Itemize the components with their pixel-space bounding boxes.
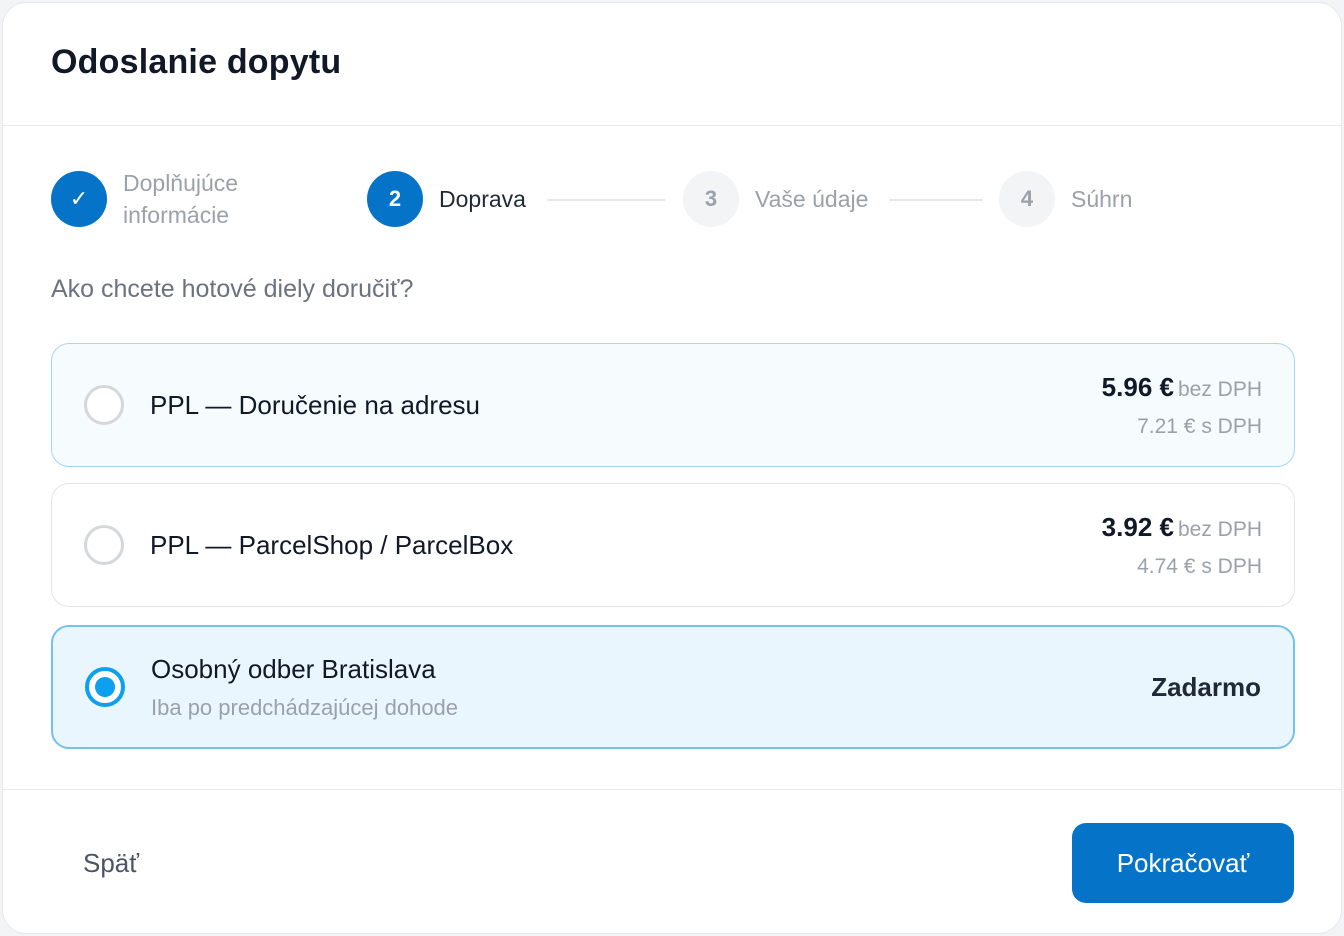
dialog-header: Odoslanie dopytu (3, 3, 1341, 126)
option-name: PPL — ParcelShop / ParcelBox (150, 529, 514, 560)
dialog-footer: Späť Pokračovať (3, 789, 1341, 933)
price-unit: bez DPH (1177, 517, 1262, 541)
step-your-details[interactable]: 3 Vaše údaje (683, 168, 868, 230)
option-price: 5.96 € bez DPH 7.21 € s DPH (1102, 372, 1262, 439)
step-number: 4 (999, 171, 1055, 227)
step-number: 3 (683, 171, 739, 227)
option-subtitle: Iba po predchádzajúcej dohode (151, 694, 459, 720)
step-label: Súhrn (1071, 186, 1133, 212)
order-dialog: Odoslanie dopytu ✓ Doplňujúce informácie… (2, 2, 1342, 934)
price-unit: bez DPH (1177, 377, 1262, 401)
step-summary[interactable]: 4 Súhrn (999, 168, 1132, 230)
option-price: Zadarmo (1151, 672, 1261, 703)
option-personal-pickup[interactable]: Osobný odber Bratislava Iba po predchádz… (51, 625, 1295, 749)
price-with-vat: 4.74 € s DPH (1137, 554, 1262, 578)
step-label: Vaše údaje (755, 186, 869, 212)
radio-button[interactable] (84, 525, 124, 565)
delivery-question: Ako chcete hotové diely doručiť? (51, 275, 414, 303)
step-number: 2 (367, 171, 423, 227)
dialog-title: Odoslanie dopytu (51, 42, 342, 81)
option-ppl-parcelshop[interactable]: PPL — ParcelShop / ParcelBox 3.92 € bez D… (51, 483, 1295, 607)
step-label: Doprava (439, 186, 526, 212)
price-with-vat: 7.21 € s DPH (1137, 414, 1262, 438)
step-delivery[interactable]: 2 Doprava (367, 168, 526, 230)
option-name: PPL — Doručenie na adresu (150, 389, 481, 420)
radio-dot (95, 677, 115, 697)
check-icon: ✓ (51, 171, 107, 227)
back-button[interactable]: Späť (59, 830, 163, 896)
price-net: 3.92 € (1101, 511, 1174, 542)
option-name: Osobný odber Bratislava (151, 653, 436, 684)
option-ppl-address[interactable]: PPL — Doručenie na adresu 5.96 € bez DPH … (51, 343, 1295, 467)
price-free: Zadarmo (1151, 671, 1261, 702)
option-price: 3.92 € bez DPH 4.74 € s DPH (1102, 512, 1262, 579)
price-net: 5.96 € (1101, 371, 1174, 402)
step-connector (889, 199, 983, 201)
continue-button[interactable]: Pokračovať (1072, 823, 1294, 903)
step-additional-info[interactable]: ✓ Doplňujúce informácie (51, 168, 238, 230)
radio-button[interactable] (84, 385, 124, 425)
step-connector (547, 199, 665, 201)
radio-button-selected[interactable] (85, 667, 125, 707)
stepper: ✓ Doplňujúce informácie 2 Doprava 3 Vaše… (51, 168, 1141, 230)
step-label: Doplňujúce informácie (123, 170, 239, 228)
